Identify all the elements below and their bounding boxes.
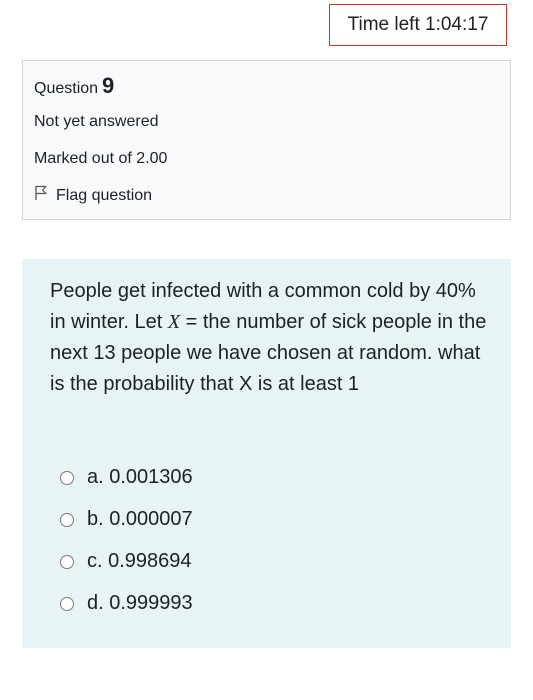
answer-option-c[interactable]: c. 0.998694 <box>60 550 192 573</box>
answer-option-a[interactable]: a. 0.001306 <box>60 466 193 489</box>
timer-label: Time left 1:04:17 <box>347 14 489 35</box>
question-content: People get infected with a common cold b… <box>22 259 511 648</box>
answer-option-d[interactable]: d. 0.999993 <box>60 592 193 615</box>
question-number: 9 <box>102 73 115 98</box>
question-grade: Marked out of 2.00 <box>34 150 168 167</box>
question-text: People get infected with a common cold b… <box>50 276 490 400</box>
question-label: Question <box>34 80 99 97</box>
quiz-page: Time left 1:04:17 Question 9 Not yet answ… <box>0 0 533 700</box>
answer-label: b. 0.000007 <box>87 508 193 530</box>
answer-label: a. 0.001306 <box>87 466 193 488</box>
radio-button[interactable] <box>60 512 74 527</box>
flag-question-label: Flag question <box>56 186 153 204</box>
answer-label: c. 0.998694 <box>87 550 192 572</box>
question-number-heading: Question 9 <box>34 73 114 102</box>
flag-icon <box>34 185 56 206</box>
answer-label: d. 0.999993 <box>87 592 193 614</box>
radio-button[interactable] <box>60 596 74 611</box>
question-state: Not yet answered <box>34 113 159 130</box>
flag-question-link[interactable]: Flag question <box>34 185 152 206</box>
question-info-panel: Question 9 Not yet answered Marked out of… <box>22 60 511 220</box>
time-left-timer: Time left 1:04:17 <box>329 4 507 46</box>
radio-button[interactable] <box>60 554 74 569</box>
radio-button[interactable] <box>60 470 74 485</box>
answer-option-b[interactable]: b. 0.000007 <box>60 508 193 531</box>
question-variable-x: X <box>167 311 181 333</box>
